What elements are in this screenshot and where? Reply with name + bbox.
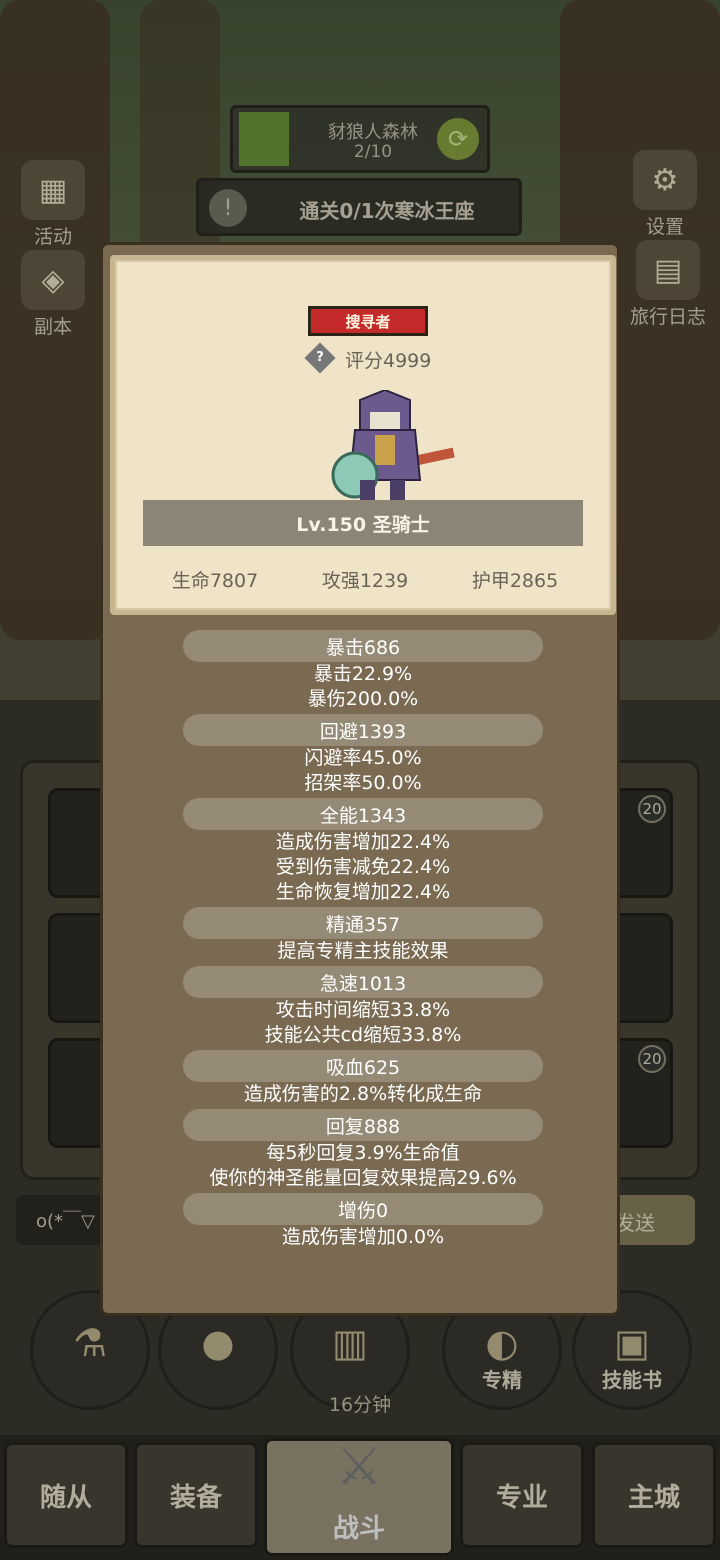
stat-line: 使你的神圣能量回复效果提高29.6% bbox=[209, 1167, 517, 1189]
stat-line: 招架率50.0% bbox=[304, 772, 422, 794]
stat-group-haste: 急速1013 攻击时间缩短33.8% 技能公共cd缩短33.8% bbox=[103, 966, 623, 1048]
rank-badge: 搜寻者 bbox=[308, 306, 428, 336]
stat-group-versatility: 全能1343 造成伤害增加22.4% 受到伤害减免22.4% 生命恢复增加22.… bbox=[103, 798, 623, 905]
hero-stats-popup: 搜寻者 ? 评分4999 Lv.150 圣骑士 生命7807 攻强1239 护甲… bbox=[100, 242, 620, 1316]
stat-group-avoidance: 回避1393 闪避率45.0% 招架率50.0% bbox=[103, 714, 623, 796]
attack-stat: 攻强1239 bbox=[321, 570, 409, 592]
score-row: ? 评分4999 bbox=[301, 342, 501, 374]
hero-card: 搜寻者 ? 评分4999 Lv.150 圣骑士 生命7807 攻强1239 护甲… bbox=[110, 255, 616, 615]
stat-line: 技能公共cd缩短33.8% bbox=[264, 1024, 462, 1046]
stat-group-damage-bonus: 增伤0 造成伤害增加0.0% bbox=[103, 1193, 623, 1250]
stat-group-regen: 回复888 每5秒回复3.9%生命值 使你的神圣能量回复效果提高29.6% bbox=[103, 1109, 623, 1191]
stat-header: 吸血625 bbox=[183, 1050, 543, 1082]
stat-group-crit: 暴击686 暴击22.9% 暴伤200.0% bbox=[103, 630, 623, 712]
stat-header: 暴击686 bbox=[183, 630, 543, 662]
stat-header: 回避1393 bbox=[183, 714, 543, 746]
paladin-avatar bbox=[331, 390, 455, 505]
stat-line: 生命恢复增加22.4% bbox=[275, 881, 451, 903]
stat-line: 造成伤害增加22.4% bbox=[275, 831, 451, 853]
stat-header: 全能1343 bbox=[183, 798, 543, 830]
stat-line: 暴击22.9% bbox=[313, 663, 413, 685]
stat-header: 增伤0 bbox=[183, 1193, 543, 1225]
stat-header: 急速1013 bbox=[183, 966, 543, 998]
hp-stat: 生命7807 bbox=[171, 570, 259, 592]
secondary-stats-list: 暴击686 暴击22.9% 暴伤200.0% 回避1393 闪避率45.0% 招… bbox=[103, 630, 623, 1252]
stat-header: 精通357 bbox=[183, 907, 543, 939]
stat-line: 造成伤害增加0.0% bbox=[281, 1226, 445, 1248]
stat-line: 受到伤害减免22.4% bbox=[275, 856, 451, 878]
question-icon[interactable]: ? bbox=[304, 342, 336, 374]
stat-line: 暴伤200.0% bbox=[307, 688, 419, 710]
stat-line: 攻击时间缩短33.8% bbox=[275, 999, 451, 1021]
stat-line: 闪避率45.0% bbox=[304, 747, 422, 769]
stat-group-mastery: 精通357 提高专精主技能效果 bbox=[103, 907, 623, 964]
stat-header: 回复888 bbox=[183, 1109, 543, 1141]
score-value: 评分4999 bbox=[345, 350, 432, 372]
hero-name: Lv.150 圣骑士 bbox=[143, 500, 583, 546]
stat-group-lifesteal: 吸血625 造成伤害的2.8%转化成生命 bbox=[103, 1050, 623, 1107]
stat-line: 提高专精主技能效果 bbox=[277, 940, 449, 962]
stat-line: 造成伤害的2.8%转化成生命 bbox=[243, 1083, 483, 1105]
armor-stat: 护甲2865 bbox=[471, 570, 559, 592]
stat-line: 每5秒回复3.9%生命值 bbox=[266, 1142, 460, 1164]
